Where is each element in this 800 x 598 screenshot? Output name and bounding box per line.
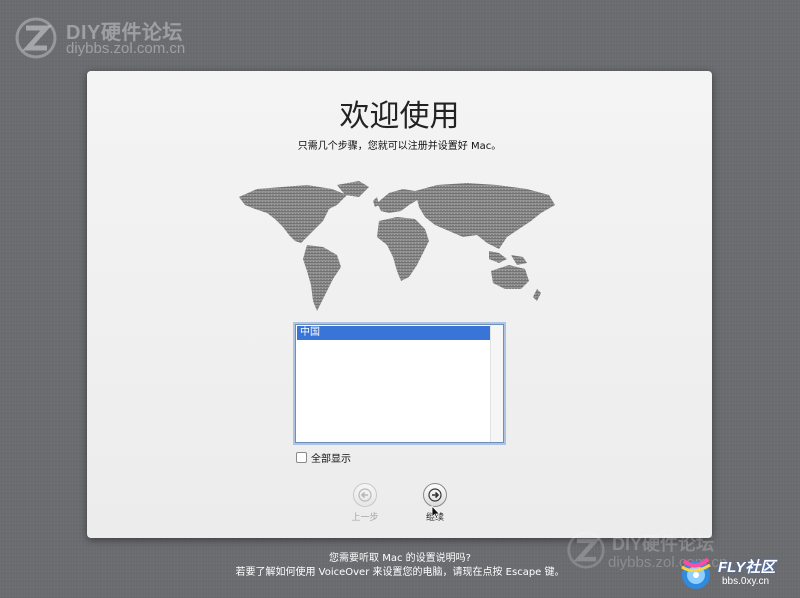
fly-community-logo-icon xyxy=(681,557,711,589)
country-listbox[interactable]: 中国 xyxy=(295,324,504,443)
watermark-url: diybbs.zol.com.cn xyxy=(66,40,186,57)
arrow-left-icon xyxy=(358,488,372,502)
zol-logo-icon xyxy=(15,17,57,59)
mouse-pointer-icon xyxy=(431,505,441,519)
world-map-icon xyxy=(239,181,555,311)
list-item[interactable]: 中国 xyxy=(297,326,490,340)
arrow-right-icon xyxy=(428,488,442,502)
show-all-option[interactable]: 全部显示 xyxy=(296,451,351,465)
show-all-checkbox[interactable] xyxy=(296,451,307,463)
page-subtitle: 只需几个步骤，您就可以注册并设置好 Mac。 xyxy=(297,141,502,152)
back-button-label: 上一步 xyxy=(351,513,379,523)
listbox-scrollbar[interactable] xyxy=(490,325,503,442)
setup-assistant-panel: 欢迎使用 只需几个步骤，您就可以注册并设置好 Mac。 中国 全部显示 上一步 … xyxy=(87,71,712,538)
continue-button[interactable] xyxy=(423,483,447,507)
back-button[interactable] xyxy=(353,483,377,507)
show-all-label: 全部显示 xyxy=(311,453,351,465)
fly-community-title: FLY社区 xyxy=(718,559,776,576)
fly-community-url: bbs.0xy.cn xyxy=(722,576,770,587)
page-title: 欢迎使用 xyxy=(339,99,460,134)
